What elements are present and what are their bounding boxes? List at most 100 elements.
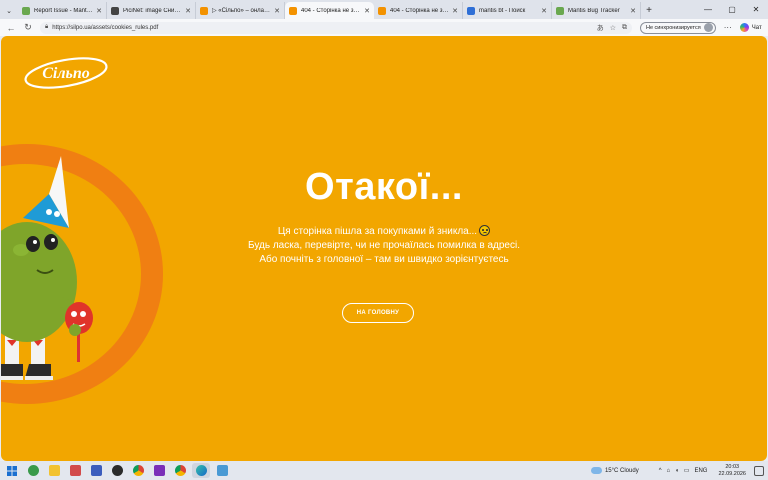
taskbar-app-explorer[interactable] [45, 463, 63, 478]
back-button[interactable]: ← [4, 21, 18, 35]
search-icon [467, 6, 475, 15]
arrow-left-icon: ← [6, 22, 16, 33]
silpo-icon [289, 6, 297, 15]
plus-icon: + [646, 5, 652, 16]
copilot-icon [739, 23, 749, 32]
more-menu-icon[interactable]: ··· [724, 23, 732, 32]
mantis-icon [556, 6, 564, 15]
close-tab-icon[interactable]: ✕ [274, 7, 280, 15]
media-icon [153, 465, 165, 476]
silpo-icon [200, 6, 208, 15]
tab-1[interactable]: PiciNet: image Снимок экр✕ [107, 2, 196, 19]
tab-4[interactable]: 404 - Сторінка не знайден✕ [374, 2, 463, 19]
taskbar-app-chrome[interactable] [129, 463, 147, 478]
camera-icon [111, 465, 123, 476]
message-line-1: Ця сторінка пішла за покупками й зникла.… [1, 225, 767, 239]
tab-label: ▷ «Сільпо» – онлайн-супе [212, 8, 271, 14]
page-title: Отакої... [305, 166, 463, 208]
close-tab-icon[interactable]: ✕ [452, 7, 458, 15]
taskbar: 15°C Cloudy ^ ⌂ ◖ ▭ ENG 20:03 22.09.2026 [0, 461, 768, 480]
tab-3[interactable]: 404 - Сторінка не знайден✕ [285, 2, 374, 19]
new-tab-button[interactable]: + [641, 2, 657, 19]
copilot-button[interactable]: Чат [739, 23, 762, 32]
close-tab-icon[interactable]: ✕ [630, 7, 636, 15]
message-line-3: Або почніть з головної – там ви швидко з… [259, 254, 509, 265]
message-line-2: Будь ласка, перевірте, чи не прочаїлась … [247, 240, 520, 251]
notes-icon [216, 465, 228, 476]
lock-icon: 🔒︎ [45, 24, 49, 30]
chrome-icon [174, 465, 186, 476]
taskbar-app-edge[interactable] [192, 463, 210, 478]
clock-time: 20:03 [725, 463, 740, 470]
weather-text: Cloudy [620, 467, 639, 474]
refresh-button[interactable]: ↻ [21, 21, 35, 35]
network-icon[interactable]: ⌂ [667, 468, 671, 474]
toolbar: ← ↻ 🔒︎ https://silpo.ua/assets/cookies_r… [0, 19, 768, 36]
tab-label: 404 - Сторінка не знайден [390, 7, 450, 14]
address-bar[interactable]: 🔒︎ https://silpo.ua/assets/cookies_rules… [40, 21, 632, 34]
taskbar-app-people[interactable] [24, 463, 42, 478]
tab-actions-menu[interactable]: ⌄ [0, 2, 18, 19]
taskbar-app-notes[interactable] [213, 463, 231, 478]
tab-label: Mantis Bug Tracker [568, 7, 620, 14]
paint-icon [69, 465, 81, 476]
show-hidden-icons-icon[interactable]: ^ [659, 468, 662, 474]
chrome-icon [132, 465, 144, 476]
avatar-icon [703, 23, 713, 32]
close-tab-icon[interactable]: ✕ [541, 7, 547, 15]
sync-label: Не синхронизируется [646, 24, 701, 31]
sad-face-icon [479, 225, 491, 236]
system-tray: 15°C Cloudy ^ ⌂ ◖ ▭ ENG 20:03 22.09.2026 [590, 461, 768, 480]
volume-icon[interactable]: ◖ [675, 468, 679, 474]
clock-date: 22.09.2026 [718, 470, 746, 477]
language-indicator[interactable]: ENG [694, 468, 707, 474]
weather-widget[interactable]: 15°C Cloudy [590, 467, 639, 474]
cloud-icon [590, 467, 602, 474]
close-tab-icon[interactable]: ✕ [364, 7, 370, 15]
close-window-button[interactable]: ✕ [744, 0, 768, 19]
address-url: https://silpo.ua/assets/cookies_rules.pd… [52, 24, 159, 31]
copilot-label: Чат [751, 24, 762, 31]
mail-icon [90, 465, 102, 476]
minimize-button[interactable]: — [696, 0, 720, 19]
battery-icon[interactable]: ▭ [684, 467, 690, 474]
home-button[interactable]: НА ГОЛОВНУ [342, 303, 414, 323]
translate-icon[interactable]: あ [597, 23, 604, 33]
tab-label: 404 - Сторінка не знайден [301, 7, 361, 14]
weather-temp: 15°C [604, 467, 619, 474]
tab-list: Report Issue - MantisBT ✕ PiciNet: image С… [18, 2, 641, 19]
maximize-button[interactable]: ▢ [720, 0, 744, 19]
close-tab-icon[interactable]: ✕ [185, 7, 191, 15]
tab-5[interactable]: mantis bt - Поиск ✕ [463, 2, 552, 19]
favorite-star-icon[interactable]: ☆ [610, 24, 616, 32]
tab-label: mantis bt - Поиск [479, 7, 526, 14]
taskbar-app-mail[interactable] [87, 463, 105, 478]
logo-text: Сільпо [42, 65, 90, 82]
tab-6[interactable]: Mantis Bug Tracker ✕ [552, 2, 641, 19]
silpo-icon [378, 6, 386, 15]
notification-icon[interactable] [754, 465, 764, 476]
people-icon [27, 465, 39, 476]
clock[interactable]: 20:03 22.09.2026 [718, 464, 746, 478]
collections-icon[interactable]: ⧉ [622, 24, 627, 32]
mantis-icon [22, 6, 30, 15]
taskbar-app-paint[interactable] [66, 463, 84, 478]
close-tab-icon[interactable]: ✕ [96, 7, 102, 15]
start-button[interactable] [3, 463, 21, 478]
edge-icon [195, 465, 207, 476]
taskbar-app-camera[interactable] [108, 463, 126, 478]
windows-icon [7, 465, 17, 476]
page-viewport: Сільпо Отакої... Ця сторінка пішла за по… [1, 36, 767, 461]
silpo-logo[interactable]: Сільпо [23, 56, 109, 90]
tab-0[interactable]: Report Issue - MantisBT ✕ [18, 2, 107, 19]
taskbar-app-chrome-2[interactable] [171, 463, 189, 478]
message-line-1-text: Ця сторінка пішла за покупками й зникла.… [277, 226, 478, 237]
tab-2[interactable]: ▷ «Сільпо» – онлайн-супе✕ [196, 2, 285, 19]
tab-label: PiciNet: image Снимок экр [123, 7, 182, 14]
profile-sync-button[interactable]: Не синхронизируется [640, 21, 716, 34]
tab-strip: ⌄ Report Issue - MantisBT ✕ PiciNet: image… [0, 0, 768, 19]
tab-menu-icon: ⌄ [6, 7, 12, 15]
taskbar-app-media[interactable] [150, 463, 168, 478]
folder-icon [48, 465, 60, 476]
window-controls: — ▢ ✕ [696, 0, 768, 19]
